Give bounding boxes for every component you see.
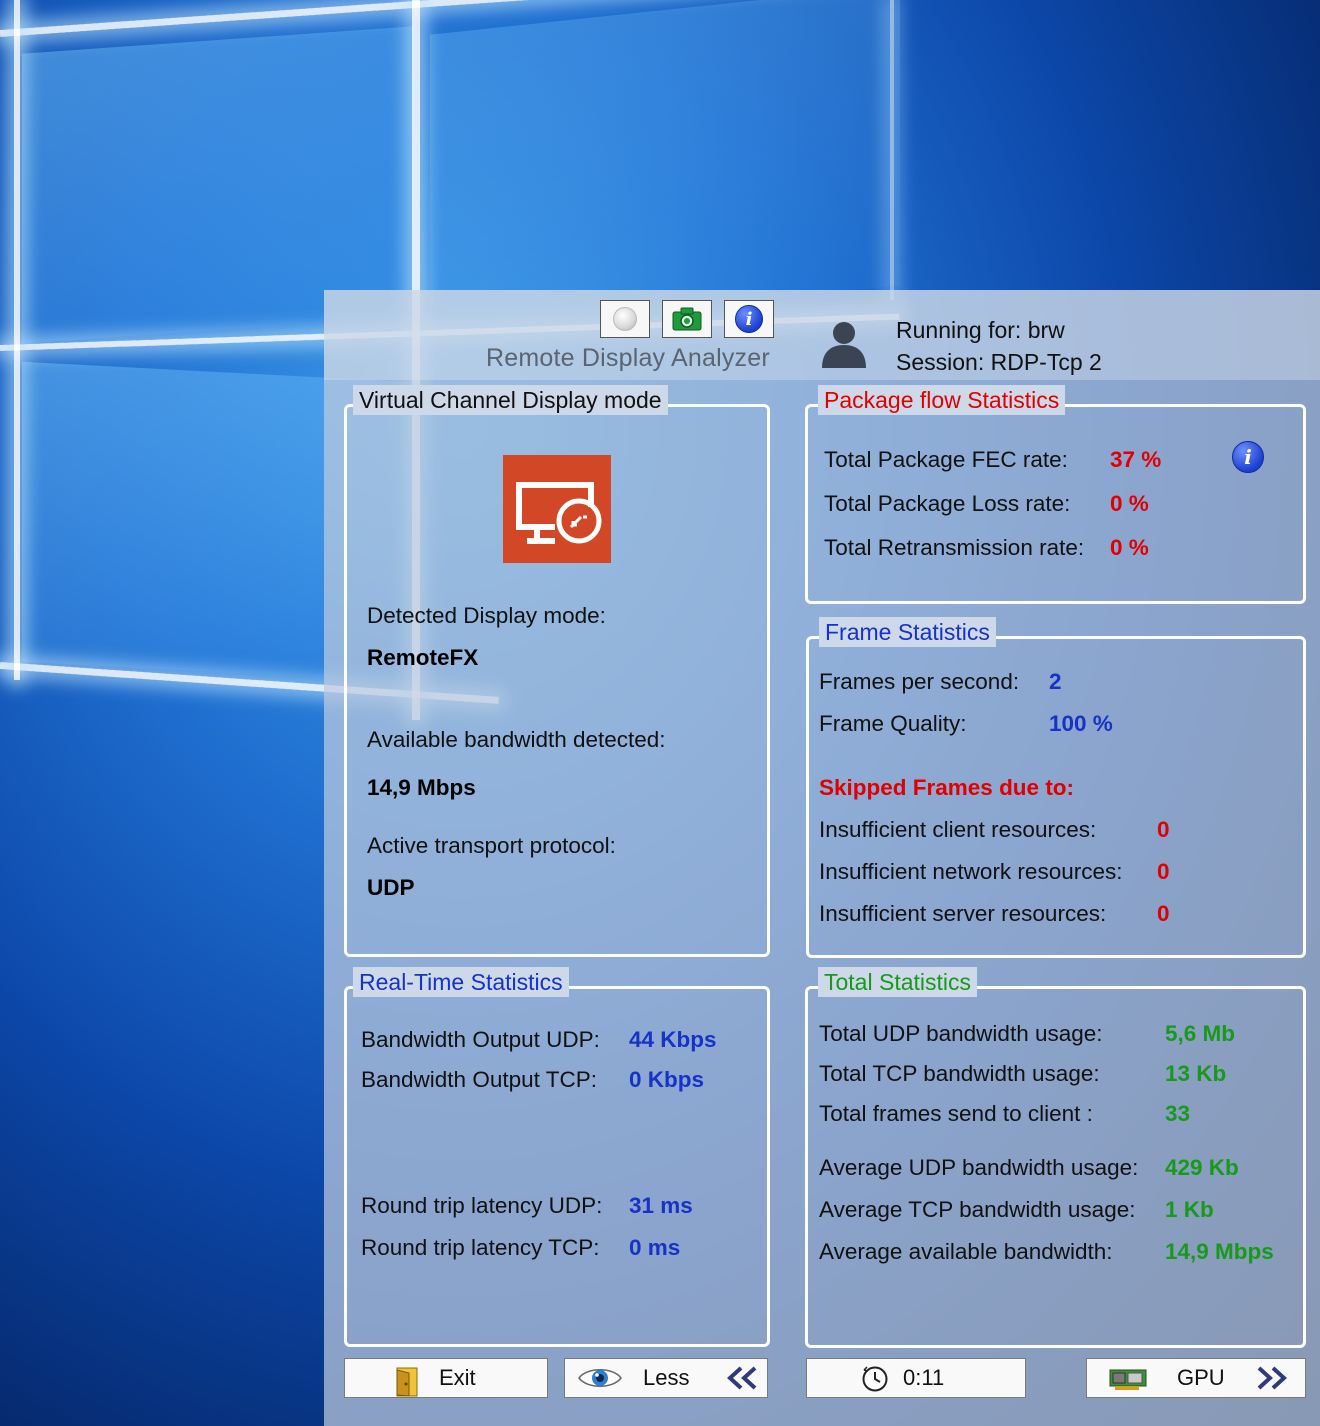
white-sphere-icon (613, 307, 637, 331)
client-resources-value: 0 (1157, 817, 1170, 842)
exit-door-icon (396, 1367, 418, 1397)
avg-tcp-label: Average TCP bandwidth usage: (819, 1197, 1136, 1222)
avg-tcp-value: 1 Kb (1165, 1197, 1214, 1222)
wallpaper-light-beam (14, 0, 20, 680)
camera-icon (672, 307, 702, 331)
display-mode-group: Virtual Channel Display mode Detected Di… (344, 385, 770, 957)
rtt-udp-label: Round trip latency UDP: (361, 1193, 603, 1218)
fps-value: 2 (1049, 669, 1062, 694)
info-icon: i (735, 305, 763, 333)
tcp-output-value: 0 Kbps (629, 1067, 705, 1092)
total-tcp-label: Total TCP bandwidth usage: (819, 1061, 1100, 1086)
app-title: Remote Display Analyzer (486, 344, 770, 372)
less-button[interactable]: Less (564, 1358, 768, 1398)
less-label: Less (643, 1365, 690, 1390)
about-button[interactable]: i (724, 300, 774, 338)
exit-label: Exit (439, 1365, 476, 1390)
total-statistics-title: Total Statistics (818, 967, 977, 997)
server-resources-value: 0 (1157, 901, 1170, 926)
total-frames-value: 33 (1165, 1101, 1191, 1126)
info-icon[interactable]: i (1232, 441, 1264, 473)
skipped-frames-heading: Skipped Frames due to: (819, 775, 1075, 800)
total-frames-label: Total frames send to client : (819, 1101, 1093, 1126)
eye-icon (578, 1369, 622, 1387)
total-udp-value: 5,6 Mb (1165, 1021, 1236, 1046)
client-resources-label: Insufficient client resources: (819, 817, 1097, 842)
frame-quality-value: 100 % (1049, 711, 1113, 736)
total-udp-label: Total UDP bandwidth usage: (819, 1021, 1103, 1046)
total-tcp-value: 13 Kb (1165, 1061, 1227, 1086)
avg-bandwidth-label: Average available bandwidth: (819, 1239, 1113, 1264)
avg-udp-value: 429 Kb (1165, 1155, 1239, 1180)
realtime-statistics-group: Real-Time Statistics Bandwidth Output UD… (344, 967, 770, 1347)
avg-udp-label: Average UDP bandwidth usage: (819, 1155, 1139, 1180)
realtime-statistics-title: Real-Time Statistics (353, 967, 569, 997)
session-info: Running for: brw Session: RDP-Tcp 2 (896, 314, 1102, 378)
network-resources-label: Insufficient network resources: (819, 859, 1123, 884)
gpu-label: GPU (1177, 1365, 1225, 1390)
retransmission-rate-label: Total Retransmission rate: (824, 535, 1085, 560)
retransmission-rate-value: 0 % (1110, 535, 1149, 560)
screenshot-button[interactable] (662, 300, 712, 338)
remote-desktop-icon (503, 455, 611, 563)
available-bandwidth-value: 14,9 Mbps (367, 775, 476, 800)
display-mode-title: Virtual Channel Display mode (353, 385, 668, 415)
session-label: Session: RDP-Tcp 2 (896, 349, 1102, 375)
gpu-button[interactable]: GPU (1086, 1358, 1306, 1398)
udp-output-label: Bandwidth Output UDP: (361, 1027, 600, 1052)
double-chevron-right-icon (1257, 1366, 1287, 1390)
loss-rate-value: 0 % (1110, 491, 1149, 516)
detected-display-mode-value: RemoteFX (367, 645, 479, 670)
rtt-udp-value: 31 ms (629, 1193, 693, 1218)
udp-output-value: 44 Kbps (629, 1027, 717, 1052)
server-resources-label: Insufficient server resources: (819, 901, 1107, 926)
tcp-output-label: Bandwidth Output TCP: (361, 1067, 597, 1092)
frame-statistics-group: Frame Statistics Frames per second: 2 Fr… (806, 617, 1306, 958)
fps-label: Frames per second: (819, 669, 1020, 694)
available-bandwidth-label: Available bandwidth detected: (367, 727, 666, 752)
double-chevron-left-icon (727, 1366, 757, 1390)
fec-rate-value: 37 % (1110, 447, 1162, 472)
frame-quality-label: Frame Quality: (819, 711, 967, 736)
loss-rate-label: Total Package Loss rate: (824, 491, 1071, 516)
user-icon (822, 322, 866, 368)
wallpaper-light-beam (890, 0, 894, 300)
frame-statistics-title: Frame Statistics (819, 617, 996, 647)
transport-protocol-label: Active transport protocol: (367, 833, 616, 858)
gpu-card-icon (1109, 1369, 1147, 1390)
record-button[interactable] (600, 300, 650, 338)
rtt-tcp-label: Round trip latency TCP: (361, 1235, 600, 1260)
clock-icon (862, 1366, 888, 1392)
wallpaper-pane (430, 0, 900, 335)
detected-display-mode-label: Detected Display mode: (367, 603, 606, 628)
timer-label: 0:11 (903, 1365, 945, 1390)
fec-rate-label: Total Package FEC rate: (824, 447, 1068, 472)
package-flow-title: Package flow Statistics (818, 385, 1066, 415)
timer-button[interactable]: 0:11 (806, 1358, 1026, 1398)
package-flow-group: Package flow Statistics Total Package FE… (805, 385, 1306, 604)
rtt-tcp-value: 0 ms (629, 1235, 681, 1260)
transport-protocol-value: UDP (367, 875, 415, 900)
network-resources-value: 0 (1157, 859, 1170, 884)
avg-bandwidth-value: 14,9 Mbps (1165, 1239, 1274, 1264)
running-for-label: Running for: brw (896, 317, 1065, 343)
total-statistics-group: Total Statistics Total UDP bandwidth usa… (805, 967, 1306, 1348)
exit-button[interactable]: Exit (344, 1358, 548, 1398)
